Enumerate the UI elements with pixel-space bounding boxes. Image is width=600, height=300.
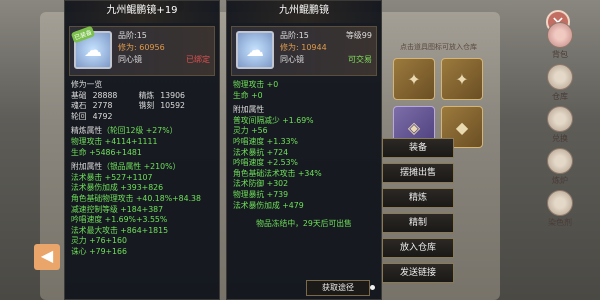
item-level: 等级99 bbox=[345, 31, 372, 40]
extra-line: 吟唱速度 +2.53% bbox=[233, 158, 298, 168]
item-grade: 品阶:15 bbox=[118, 31, 147, 40]
stat-value: 2778 bbox=[92, 101, 113, 111]
menu-label: 仓库 bbox=[552, 92, 568, 101]
stat-label: 轮回 bbox=[71, 111, 87, 121]
item-summary: ☁ 品阶:15 等级99 修为: 10944 同心镜 可交易 bbox=[231, 26, 377, 76]
extra-line: 普攻间隔减少 +1.69% bbox=[233, 115, 314, 125]
extra-line: 法术暴抗 +724 bbox=[233, 147, 289, 157]
extra-line: 灵力 +56 bbox=[233, 126, 268, 136]
inventory-hint: 点击道具图标可放入仓库 bbox=[400, 43, 477, 51]
menu-item-furnace[interactable]: 炼炉 bbox=[534, 148, 586, 186]
craft-button[interactable]: 精制 bbox=[382, 213, 454, 233]
section-header: 附加属性 bbox=[233, 105, 265, 115]
game-scene: 22145 点击道具图标可放入仓库 ✕ ✦ ✦ ◈ ◆ 背包 仓库 兑换 炼炉 … bbox=[0, 0, 600, 300]
refine-section: 精炼属性（轮回12级 +27%） 物理攻击 +4114+1111 生命 +548… bbox=[65, 124, 219, 160]
base-section: 物理攻击 +0 生命 +0 bbox=[227, 78, 381, 103]
menu-item-dye[interactable]: 染色剂 bbox=[534, 190, 586, 228]
menu-item-bag[interactable]: 背包 bbox=[534, 22, 586, 60]
extra-line: 诛心 +79+166 bbox=[71, 246, 127, 256]
menu-item-warehouse[interactable]: 仓库 bbox=[534, 64, 586, 102]
item-summary: ☁ 已装备 品阶:15 修为: 60956 同心镜 已绑定 bbox=[69, 25, 215, 76]
stat-label: 基础 bbox=[71, 90, 87, 100]
menu-label: 染色剂 bbox=[548, 218, 572, 227]
basic-section: 修为一览 基础 28888 精炼 13906 魂石 2778 镌刻 10592 轮回 4792 bbox=[65, 78, 219, 124]
trade-status: 可交易 bbox=[348, 55, 372, 64]
extra-section: 附加属性（银品属性 +210%） 法术暴击 +527+1107 法术暴伤加成 +… bbox=[65, 160, 219, 259]
equip-button[interactable]: 装备 bbox=[382, 138, 454, 158]
warehouse-icon bbox=[547, 64, 573, 90]
extra-line: 减速控制等级 +184+387 bbox=[71, 204, 164, 214]
stat-value: 4792 bbox=[92, 111, 113, 121]
inventory-grid: ✦ ✦ ◈ ◆ bbox=[393, 58, 493, 148]
item-name: 同心镜 bbox=[118, 55, 142, 64]
equipped-item-panel: 九州鲲鹏镜+19 ☁ 已装备 品阶:15 修为: 60956 同心镜 已绑定 修为一… bbox=[64, 0, 220, 300]
inventory-slot[interactable]: ✦ bbox=[441, 58, 483, 100]
stat-label: 镌刻 bbox=[138, 101, 155, 111]
item-grade: 品阶:15 bbox=[280, 31, 309, 40]
mirror-icon: ☁ 已装备 bbox=[70, 25, 112, 69]
refine-bonus: （轮回12级 +27%） bbox=[102, 126, 178, 136]
extra-line: 法术最大攻击 +864+1815 bbox=[71, 225, 169, 235]
extra-line: 角色基础法术攻击 +34% bbox=[233, 168, 322, 178]
frozen-note: 物品冻结中，29天后可出售 bbox=[256, 219, 352, 229]
furnace-icon bbox=[547, 148, 573, 174]
section-header: 附加属性 bbox=[71, 162, 103, 172]
bind-status: 已绑定 bbox=[186, 55, 210, 64]
extra-line: 角色基础物理攻击 +40.18%+84.38 bbox=[71, 193, 201, 203]
section-header: 修为一览 bbox=[71, 80, 103, 89]
store-warehouse-button[interactable]: 放入仓库 bbox=[382, 238, 454, 258]
section-header: 精炼属性 bbox=[71, 126, 103, 136]
equipped-badge: 已装备 bbox=[70, 25, 96, 44]
mirror-icon: ☁ bbox=[236, 31, 274, 69]
stall-sell-button[interactable]: 摆摊出售 bbox=[382, 163, 454, 183]
stat-label: 魂石 bbox=[71, 101, 87, 111]
menu-label: 炼炉 bbox=[552, 176, 568, 185]
stat-label: 精炼 bbox=[138, 90, 155, 100]
item-title: 九州鲲鹏镜+19 bbox=[65, 1, 219, 23]
side-menu: 背包 仓库 兑换 炼炉 染色剂 bbox=[528, 22, 592, 228]
extra-line: 法术暴击 +527+1107 bbox=[71, 172, 153, 182]
acquire-path-button[interactable]: 获取途径 bbox=[306, 280, 375, 296]
item-title: 九州鲲鹏镜 bbox=[227, 1, 381, 23]
extra-line: 灵力 +76+160 bbox=[71, 236, 127, 246]
bag-item-panel: 九州鲲鹏镜 ☁ 品阶:15 等级99 修为: 10944 同心镜 可交易 物理攻击 … bbox=[226, 0, 382, 300]
item-power: 修为: 10944 bbox=[280, 43, 327, 52]
menu-item-exchange[interactable]: 兑换 bbox=[534, 106, 586, 144]
extra-line: 法术暴伤加成 +393+826 bbox=[71, 183, 164, 193]
dye-icon bbox=[547, 190, 573, 216]
refine-line: 物理攻击 +4114+1111 bbox=[71, 136, 158, 146]
send-link-button[interactable]: 发送链接 bbox=[382, 263, 454, 283]
item-power: 修为: 60956 bbox=[118, 43, 165, 52]
extra-section: 附加属性 普攻间隔减少 +1.69% 灵力 +56 吟唱速度 +1.33% 法术… bbox=[227, 103, 381, 213]
menu-label: 背包 bbox=[552, 50, 568, 59]
extra-line: 吟唱速度 +1.33% bbox=[233, 136, 298, 146]
base-line: 物理攻击 +0 bbox=[233, 80, 279, 89]
inventory-slot[interactable]: ✦ bbox=[393, 58, 435, 100]
menu-label: 兑换 bbox=[552, 134, 568, 143]
item-name: 同心镜 bbox=[280, 55, 304, 64]
extra-line: 法术防御 +302 bbox=[233, 179, 289, 189]
extra-line: 物理暴抗 +739 bbox=[233, 189, 289, 199]
extra-line: 吟唱速度 +1.69%+3.55% bbox=[71, 215, 168, 225]
stat-value: 13906 bbox=[160, 90, 185, 100]
refine-button[interactable]: 精炼 bbox=[382, 188, 454, 208]
extra-line: 法术暴伤加成 +479 bbox=[233, 200, 304, 210]
exchange-icon bbox=[547, 106, 573, 132]
extra-bonus: （银品属性 +210%） bbox=[102, 162, 181, 172]
bag-icon bbox=[547, 22, 573, 48]
back-arrow-icon[interactable]: ◀ bbox=[34, 244, 60, 270]
refine-line: 生命 +5486+1481 bbox=[71, 147, 142, 157]
base-line: 生命 +0 bbox=[233, 90, 263, 100]
action-buttons: 装备 摆摊出售 精炼 精制 放入仓库 发送链接 bbox=[382, 138, 454, 283]
stat-value: 10592 bbox=[160, 101, 185, 111]
stat-value: 28888 bbox=[92, 90, 118, 100]
